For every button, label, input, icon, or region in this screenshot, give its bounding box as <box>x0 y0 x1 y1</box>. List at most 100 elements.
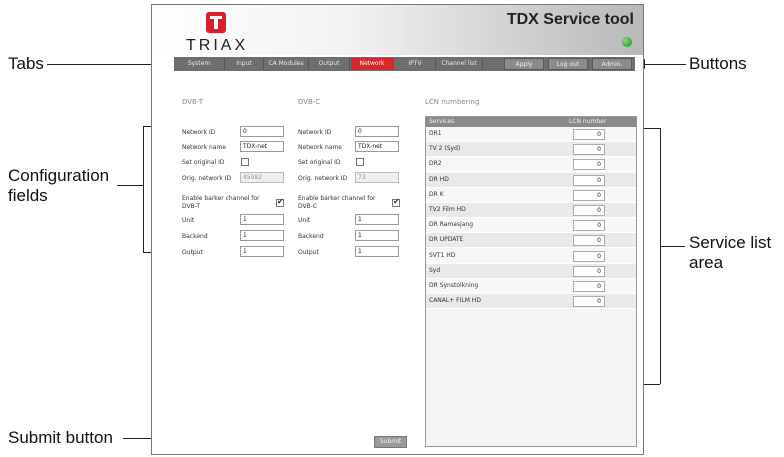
callout-config-fields: Configuration fields <box>8 166 110 205</box>
admin-button[interactable]: Admin. <box>592 58 632 70</box>
callout-service-line <box>660 246 685 247</box>
callout-buttons-line <box>645 64 686 65</box>
service-row: SVT1 HD 0 <box>426 248 636 264</box>
service-row: DR1 0 <box>426 127 636 142</box>
dvbt-barker-label-line1: Enable barker channel for <box>182 195 260 202</box>
dvbc-backend-label: Backend <box>298 233 324 240</box>
service-list-header: Services LCN number <box>426 117 636 127</box>
dvbt-set-original-id-label: Set original ID <box>182 159 225 166</box>
dvbc-unit-input[interactable]: 1 <box>355 214 399 225</box>
dvbt-backend-label: Backend <box>182 233 208 240</box>
dvbc-orig-network-id-label: Orig. network ID <box>298 175 348 182</box>
dvbt-output-label: Output <box>182 249 203 256</box>
status-led-icon <box>622 37 632 47</box>
service-row: DR Synstolkning 0 <box>426 279 636 294</box>
tab-channel-list[interactable]: Channel list <box>436 58 483 70</box>
lcn-number-column-header: LCN number <box>569 118 607 125</box>
callout-config-line <box>117 185 143 186</box>
dvbc-network-name-label: Network name <box>298 144 342 151</box>
dvbc-barker-label: Enable barker channel for DVB-C <box>298 195 376 211</box>
dvbc-barker-checkbox[interactable] <box>392 197 400 207</box>
service-row: CANAL+ FILM HD 0 <box>426 294 636 310</box>
callout-config-bracket-vertical <box>143 126 144 252</box>
lcn-number-input[interactable]: 0 <box>573 205 605 216</box>
service-row: DR UPDATE 0 <box>426 233 636 249</box>
lcn-number-input[interactable]: 0 <box>573 144 605 156</box>
brand-name: TRIAX <box>186 37 249 54</box>
lcn-number-input[interactable]: 0 <box>573 235 605 247</box>
lcn-number-input[interactable]: 0 <box>573 159 605 171</box>
dvbt-network-id-label: Network ID <box>182 129 216 136</box>
submit-button[interactable]: Submit <box>374 436 407 448</box>
dvbt-network-name-label: Network name <box>182 144 226 151</box>
service-row: DR HD 0 <box>426 172 636 188</box>
service-row: DR K 0 <box>426 187 636 203</box>
service-row: DR2 0 <box>426 157 636 173</box>
tab-network[interactable]: Network <box>351 58 394 70</box>
dvbt-barker-checkbox[interactable] <box>276 197 284 207</box>
dvbc-orig-network-id-input: 73 <box>355 172 399 183</box>
lcn-number-input[interactable]: 0 <box>573 296 605 308</box>
dvbt-network-id-input[interactable]: 0 <box>240 126 284 137</box>
service-name: TV 2 (Syd) <box>429 145 461 153</box>
app-title: TDX Service tool <box>506 11 634 28</box>
dvbt-barker-label: Enable barker channel for DVB-T <box>182 195 260 211</box>
service-name: DR HD <box>429 175 449 183</box>
service-name: DR2 <box>429 160 442 168</box>
service-name: DR Synstolkning <box>429 282 479 289</box>
service-list-panel: Services LCN number DR1 0 TV 2 (Syd) 0 DR2 0 D… <box>425 116 637 447</box>
service-row: DR Ramasjang 0 <box>426 218 636 234</box>
dvbc-network-id-label: Network ID <box>298 129 332 136</box>
service-row: TV 2 (Syd) 0 <box>426 142 636 158</box>
dvbc-barker-label-line2: DVB-C <box>298 203 318 210</box>
dvbc-barker-label-line1: Enable barker channel for <box>298 195 376 202</box>
lcn-number-input[interactable]: 0 <box>573 265 605 277</box>
dvbc-output-label: Output <box>298 249 319 256</box>
service-name: DR1 <box>429 130 442 137</box>
dvbt-unit-input[interactable]: 1 <box>240 214 284 225</box>
tab-input[interactable]: Input <box>225 58 264 70</box>
dvbc-unit-label: Unit <box>298 217 311 224</box>
lcn-number-input[interactable]: 0 <box>573 129 605 140</box>
lcn-number-input[interactable]: 0 <box>573 281 605 292</box>
dvbc-set-original-id-label: Set original ID <box>298 159 341 166</box>
dvbc-set-original-id-checkbox[interactable] <box>356 158 364 166</box>
lcn-number-input[interactable]: 0 <box>573 250 605 262</box>
callout-tabs-line <box>47 64 159 65</box>
lcn-number-input[interactable]: 0 <box>573 189 605 201</box>
dvbt-barker-label-line2: DVB-T <box>182 203 201 210</box>
dvbt-set-original-id-checkbox[interactable] <box>241 158 249 166</box>
dvbt-backend-input[interactable]: 1 <box>240 230 284 241</box>
tab-bar: System Input CA Modules Output Network I… <box>174 57 635 71</box>
tab-system[interactable]: System <box>174 58 225 70</box>
service-row: Syd 0 <box>426 263 636 279</box>
dvbc-network-name-input[interactable]: TDX-net <box>355 141 399 152</box>
dvbt-network-name-input[interactable]: TDX-net <box>240 141 284 152</box>
apply-button[interactable]: Apply <box>504 58 544 70</box>
service-name: DR UPDATE <box>429 236 464 244</box>
service-name: SVT1 HD <box>429 251 456 259</box>
dvbc-output-input[interactable]: 1 <box>355 246 399 257</box>
service-row: TV2 Film HD 0 <box>426 203 636 218</box>
callout-submit: Submit button <box>8 428 113 447</box>
lcn-title: LCN numbering <box>425 98 480 106</box>
tab-ca-modules[interactable]: CA Modules <box>264 58 309 70</box>
tab-iptv[interactable]: IPTV <box>395 58 436 70</box>
dvbc-backend-input[interactable]: 1 <box>355 230 399 241</box>
callout-service-bracket-vertical <box>660 128 661 384</box>
dvbt-orig-network-id-label: Orig. network ID <box>182 175 232 182</box>
lcn-number-input[interactable]: 0 <box>573 220 605 232</box>
lcn-number-input[interactable]: 0 <box>573 174 605 186</box>
app-header: TRIAX TDX Service tool <box>152 5 643 55</box>
log-out-button[interactable]: Log out <box>548 58 588 70</box>
service-name: Syd <box>429 266 441 274</box>
service-name: DR Ramasjang <box>429 221 474 229</box>
service-name: TV2 Film HD <box>429 206 466 213</box>
dvbt-orig-network-id-input: 45982 <box>240 172 284 183</box>
dvbc-network-id-input[interactable]: 0 <box>355 126 399 137</box>
callout-buttons: Buttons <box>689 54 747 73</box>
tab-output[interactable]: Output <box>309 58 350 70</box>
dvbt-output-input[interactable]: 1 <box>240 246 284 257</box>
dvbt-unit-label: Unit <box>182 217 195 224</box>
service-name: CANAL+ FILM HD <box>429 297 481 305</box>
